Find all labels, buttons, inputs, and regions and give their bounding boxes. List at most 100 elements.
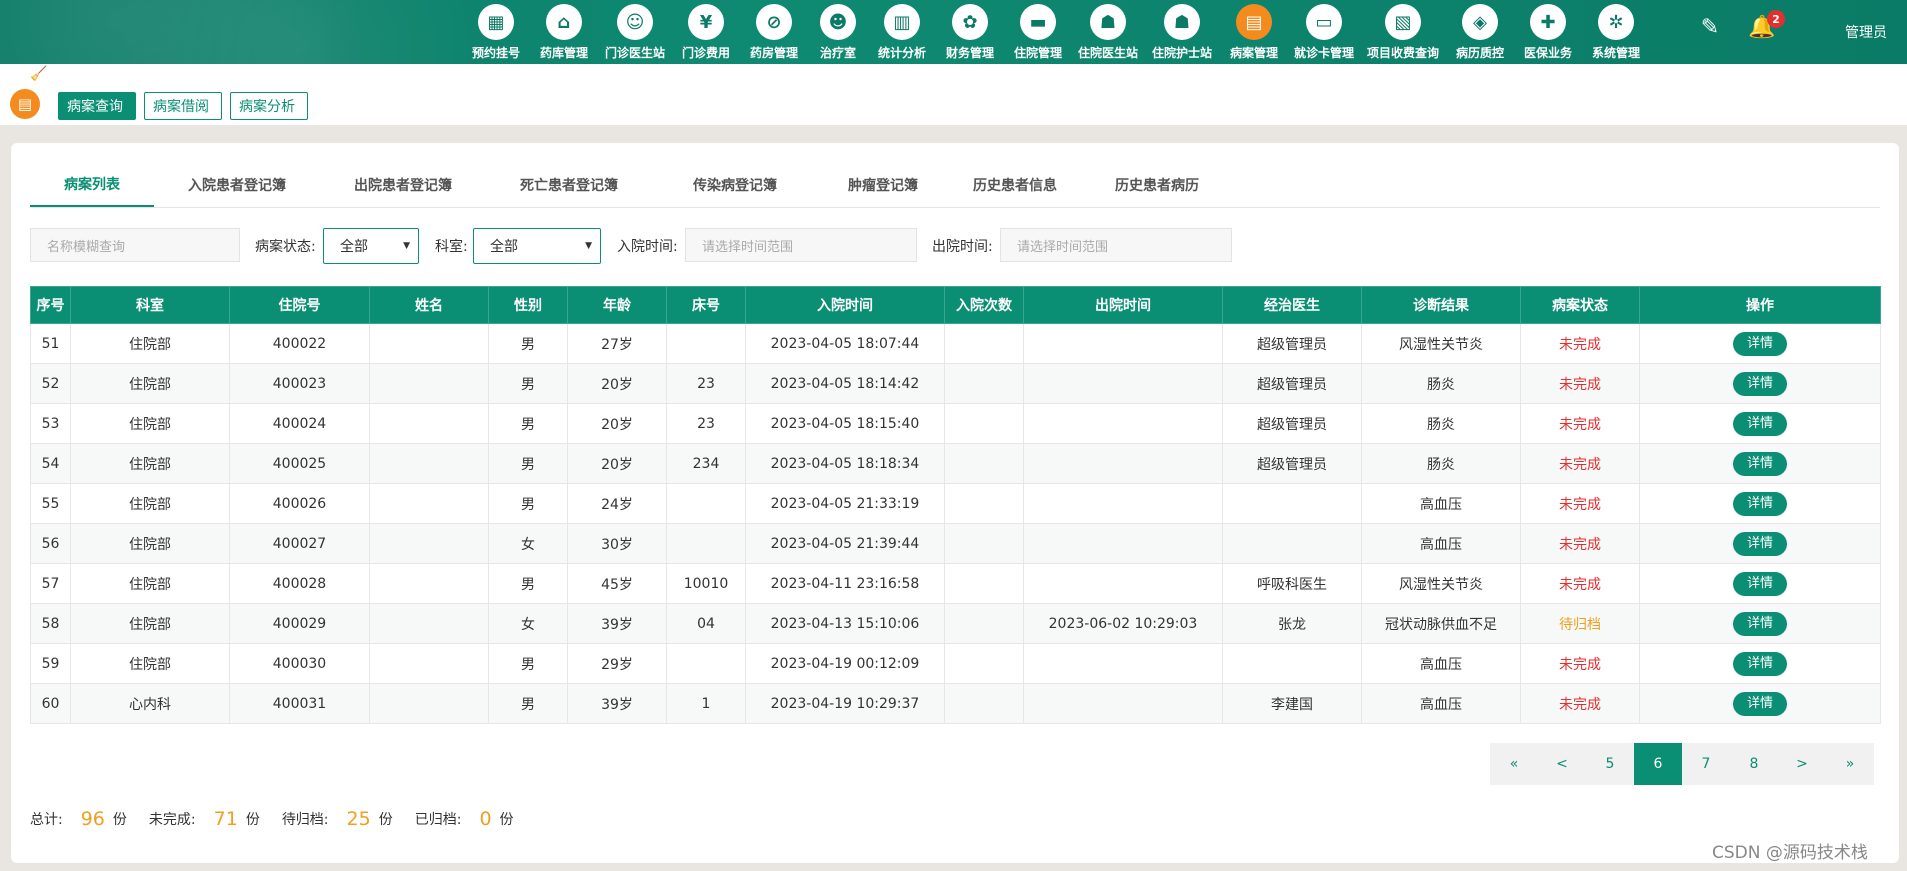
cell-doctor: [1222, 643, 1362, 684]
column-header: 出院时间: [1023, 286, 1223, 324]
nav-item-16[interactable]: ✲ 系统管理: [1582, 4, 1650, 62]
nav-label: 门诊费用: [681, 46, 730, 60]
tab-5[interactable]: 肿瘤登记簿: [818, 162, 948, 208]
cell-no: 51: [30, 323, 71, 364]
nav-item-15[interactable]: ✚ 医保业务: [1514, 4, 1582, 62]
cell-admit-time: 2023-04-13 15:10:06: [745, 603, 945, 644]
detail-button[interactable]: 详情: [1733, 491, 1787, 516]
first-page-button[interactable]: «: [1490, 743, 1538, 785]
detail-button[interactable]: 详情: [1733, 531, 1787, 556]
nav-item-10[interactable]: ☗ 住院护士站: [1144, 4, 1220, 62]
page-button[interactable]: 8: [1730, 743, 1778, 785]
cell-status: 未完成: [1520, 643, 1640, 684]
nav-item-0[interactable]: ▦ 预约挂号: [462, 4, 530, 62]
cell-no: 53: [30, 403, 71, 444]
cell-discharge-time: [1023, 523, 1223, 564]
cell-bed: [666, 523, 746, 564]
page-button[interactable]: 7: [1682, 743, 1730, 785]
name-search-input[interactable]: 名称模糊查询: [30, 228, 240, 262]
nav-item-14[interactable]: ◈ 病历质控: [1446, 4, 1514, 62]
caret-down-icon: ▼: [585, 241, 592, 251]
dept-select[interactable]: 全部 ▼: [473, 228, 601, 264]
page-button[interactable]: 5: [1586, 743, 1634, 785]
pagination: «<5 6 7 8 >»: [1490, 743, 1874, 785]
cell-bed: 234: [666, 443, 746, 484]
tab-6[interactable]: 历史患者信息: [948, 162, 1082, 208]
cell-doctor: [1222, 483, 1362, 524]
page-button[interactable]: 6: [1634, 743, 1682, 785]
discharge-time-range-input[interactable]: 请选择时间范围: [1000, 228, 1232, 262]
dept-select-value: 全部: [490, 239, 518, 255]
cell-dept: 心内科: [70, 683, 230, 724]
detail-button[interactable]: 详情: [1733, 411, 1787, 436]
nav-item-3[interactable]: ¥ 门诊费用: [672, 4, 740, 62]
settings-icon: ✲: [1598, 4, 1634, 40]
last-page-button[interactable]: »: [1826, 743, 1874, 785]
nav-item-1[interactable]: ⌂ 药库管理: [530, 4, 598, 62]
nav-item-7[interactable]: ✿ 财务管理: [936, 4, 1004, 62]
cell-doctor: 超级管理员: [1222, 443, 1362, 484]
cell-dept: 住院部: [70, 483, 230, 524]
cell-bed: 1: [666, 683, 746, 724]
cell-status: 未完成: [1520, 483, 1640, 524]
nav-item-13[interactable]: ▧ 项目收费查询: [1360, 4, 1446, 62]
cell-no: 52: [30, 363, 71, 404]
detail-button[interactable]: 详情: [1733, 651, 1787, 676]
detail-button[interactable]: 详情: [1733, 451, 1787, 476]
detail-button[interactable]: 详情: [1733, 571, 1787, 596]
cell-name: [369, 323, 489, 364]
cell-sex: 女: [488, 523, 568, 564]
detail-button[interactable]: 详情: [1733, 371, 1787, 396]
broom-icon[interactable]: 🧹: [30, 66, 47, 82]
tab-3[interactable]: 死亡患者登记簿: [486, 162, 652, 208]
cell-sex: 女: [488, 603, 568, 644]
tab-1[interactable]: 入院患者登记簿: [154, 162, 320, 208]
pen-icon[interactable]: ✎: [1695, 12, 1725, 42]
cell-no: 57: [30, 563, 71, 604]
subnav-borrow-button[interactable]: 病案借阅: [144, 92, 222, 120]
tab-7[interactable]: 历史患者病历: [1082, 162, 1232, 208]
admit-time-range-input[interactable]: 请选择时间范围: [685, 228, 917, 262]
bed-icon: ▬: [1020, 4, 1056, 40]
cell-status: 未完成: [1520, 563, 1640, 604]
tab-0[interactable]: 病案列表: [30, 162, 154, 208]
tab-4[interactable]: 传染病登记簿: [652, 162, 818, 208]
tab-2[interactable]: 出院患者登记簿: [320, 162, 486, 208]
column-header: 床号: [666, 286, 746, 324]
column-header: 病案状态: [1520, 286, 1640, 324]
nav-item-4[interactable]: ⊘ 药房管理: [740, 4, 808, 62]
detail-button[interactable]: 详情: [1733, 691, 1787, 716]
table-row: 57 住院部 400028 男 45岁 10010 2023-04-11 23:16:58 呼…: [30, 563, 1881, 604]
nav-label: 病历质控: [1455, 46, 1504, 60]
subnav-query-button[interactable]: 病案查询: [58, 92, 136, 120]
nav-item-8[interactable]: ▬ 住院管理: [1004, 4, 1072, 62]
nav-item-6[interactable]: ▥ 统计分析: [868, 4, 936, 62]
cell-inpatient-no: 400024: [229, 403, 370, 444]
cell-admit-count: [944, 483, 1024, 524]
subnav-analysis-button[interactable]: 病案分析: [230, 92, 308, 120]
user-name[interactable]: 管理员: [1845, 22, 1887, 42]
cell-discharge-time: [1023, 483, 1223, 524]
status-select[interactable]: 全部 ▼: [323, 228, 419, 264]
nav-label: 病案管理: [1229, 46, 1278, 60]
cell-inpatient-no: 400030: [229, 643, 370, 684]
nav-item-12[interactable]: ▭ 就诊卡管理: [1288, 4, 1360, 62]
detail-button[interactable]: 详情: [1733, 611, 1787, 636]
cell-status: 未完成: [1520, 403, 1640, 444]
nav-item-9[interactable]: ☗ 住院医生站: [1072, 4, 1144, 62]
cell-discharge-time: [1023, 403, 1223, 444]
column-header: 年龄: [567, 286, 667, 324]
next-page-button[interactable]: >: [1778, 743, 1826, 785]
nav-label: 预约挂号: [471, 46, 520, 60]
cell-diagnosis: 高血压: [1361, 683, 1521, 724]
cell-admit-time: 2023-04-19 00:12:09: [745, 643, 945, 684]
cell-inpatient-no: 400023: [229, 363, 370, 404]
cell-action: 详情: [1639, 483, 1881, 524]
nav-item-2[interactable]: ☺ 门诊医生站: [598, 4, 672, 62]
detail-button[interactable]: 详情: [1733, 331, 1787, 356]
cell-name: [369, 603, 489, 644]
nav-item-11[interactable]: ▤ 病案管理: [1220, 4, 1288, 62]
cell-status: 未完成: [1520, 523, 1640, 564]
prev-page-button[interactable]: <: [1538, 743, 1586, 785]
nav-item-5[interactable]: ☻ 治疗室: [808, 4, 868, 62]
